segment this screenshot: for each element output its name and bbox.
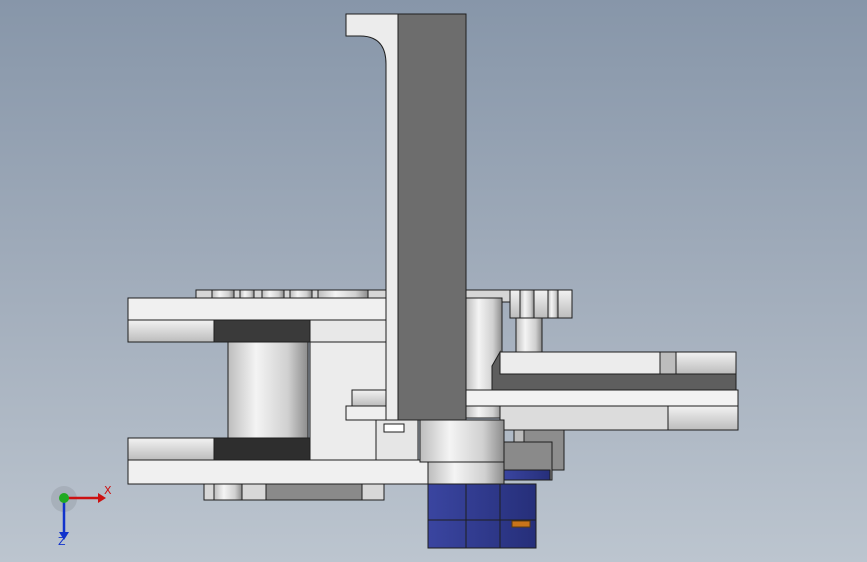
pivot-shaft	[227, 341, 309, 441]
robot-gripper-model[interactable]	[0, 0, 867, 562]
x-axis-label: X	[104, 484, 112, 497]
z-axis-label: Z	[58, 535, 66, 548]
column-bearing-base	[427, 461, 505, 487]
column-collar	[345, 405, 387, 421]
cad-viewport[interactable]: X Z	[0, 0, 867, 562]
column-bearing	[419, 419, 505, 463]
column-collar-top	[351, 389, 387, 407]
coordinate-triad-icon: X Z	[51, 484, 112, 548]
upper-arm-plate	[127, 297, 387, 343]
